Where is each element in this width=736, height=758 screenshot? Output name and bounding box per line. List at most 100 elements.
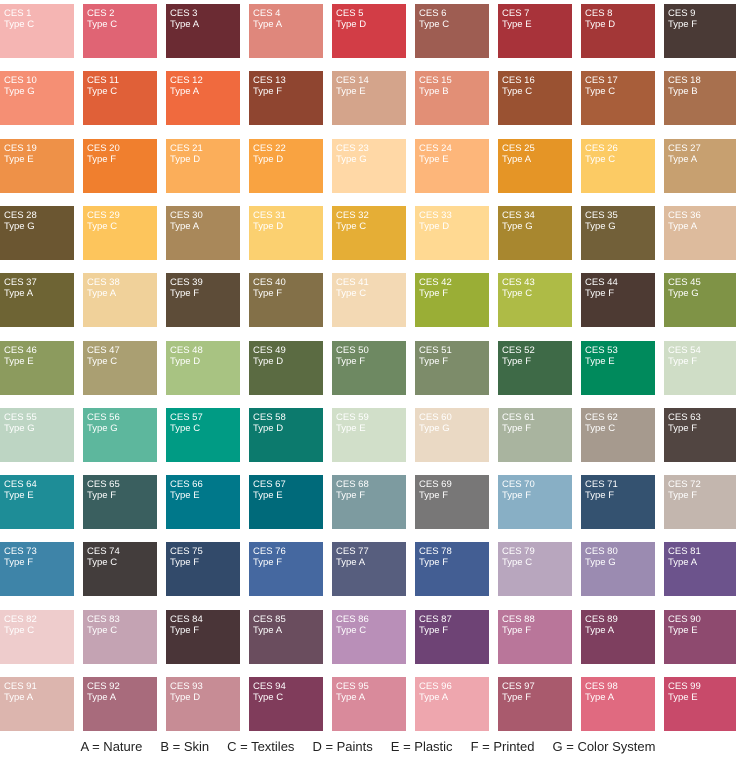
swatch-code: CES 12 [170,75,203,86]
color-swatch: CES 29 Type C [83,206,157,260]
swatch-code: CES 32 [336,210,369,221]
swatch-type: Type F [170,625,200,636]
swatch-type: Type B [668,86,698,97]
swatch-code: CES 71 [585,479,618,490]
color-swatch: CES 22 Type D [249,139,323,193]
swatch-type: Type F [502,356,532,367]
swatch-type: Type D [253,154,284,165]
color-swatch: CES 21 Type D [166,139,240,193]
swatch-type: Type D [336,19,367,30]
color-swatch: CES 2 Type C [83,4,157,58]
swatch-type: Type G [87,423,118,434]
swatch-type: Type C [87,557,118,568]
swatch-code: CES 89 [585,614,618,625]
swatch-type: Type C [502,86,533,97]
swatch-code: CES 61 [502,412,535,423]
color-swatch: CES 19 Type E [0,139,74,193]
swatch-type: Type A [170,86,200,97]
color-swatch: CES 57 Type C [166,408,240,462]
color-swatch: CES 53 Type E [581,341,655,395]
swatch-type: Type F [87,154,117,165]
swatch-code: CES 22 [253,143,286,154]
swatch-type: Type F [419,625,449,636]
color-swatch: CES 34 Type G [498,206,572,260]
color-swatch: CES 36 Type A [664,206,736,260]
swatch-type: Type F [668,356,698,367]
color-swatch: CES 84 Type F [166,610,240,664]
color-swatch: CES 87 Type F [415,610,489,664]
color-swatch: CES 18 Type B [664,71,736,125]
swatch-code: CES 58 [253,412,286,423]
color-swatch: CES 39 Type F [166,273,240,327]
swatch-type: Type C [336,288,367,299]
swatch-type: Type C [502,288,533,299]
color-swatch: CES 51 Type F [415,341,489,395]
swatch-code: CES 52 [502,345,535,356]
color-swatch: CES 99 Type E [664,677,736,731]
swatch-type: Type D [170,692,201,703]
swatch-code: CES 28 [4,210,37,221]
swatch-type: Type G [668,288,699,299]
swatch-code: CES 29 [87,210,120,221]
type-legend: A = Nature B = Skin C = Textiles D = Pai… [0,738,736,756]
color-swatch: CES 64 Type E [0,475,74,529]
color-swatch: CES 8 Type D [581,4,655,58]
color-swatch: CES 13 Type F [249,71,323,125]
swatch-code: CES 10 [4,75,37,86]
swatch-code: CES 44 [585,277,618,288]
color-swatch: CES 15 Type B [415,71,489,125]
swatch-type: Type F [502,625,532,636]
swatch-type: Type C [419,19,450,30]
swatch-type: Type G [4,221,35,232]
color-swatch: CES 41 Type C [332,273,406,327]
color-swatch: CES 88 Type F [498,610,572,664]
swatch-type: Type F [419,288,449,299]
swatch-code: CES 62 [585,412,618,423]
legend-item-nature: A = Nature [80,739,143,754]
color-swatch: CES 7 Type E [498,4,572,58]
color-swatch: CES 75 Type F [166,542,240,596]
color-swatch: CES 1 Type C [0,4,74,58]
swatch-type: Type C [336,221,367,232]
swatch-code: CES 64 [4,479,37,490]
swatch-type: Type D [419,221,450,232]
swatch-code: CES 66 [170,479,203,490]
color-swatch: CES 3 Type A [166,4,240,58]
swatch-type: Type A [253,625,283,636]
swatch-code: CES 16 [502,75,535,86]
color-swatch: CES 20 Type F [83,139,157,193]
swatch-type: Type E [4,154,34,165]
color-swatch: CES 47 Type C [83,341,157,395]
color-swatch: CES 35 Type G [581,206,655,260]
swatch-code: CES 74 [87,546,120,557]
swatch-type: Type C [253,692,284,703]
color-swatch: CES 46 Type E [0,341,74,395]
swatch-type: Type A [336,557,366,568]
swatch-code: CES 47 [87,345,120,356]
swatch-type: Type C [170,423,201,434]
swatch-type: Type G [585,557,616,568]
swatch-type: Type A [419,692,449,703]
color-swatch: CES 72 Type F [664,475,736,529]
swatch-code: CES 38 [87,277,120,288]
swatch-type: Type F [4,557,34,568]
swatch-type: Type F [253,86,283,97]
color-swatch: CES 32 Type C [332,206,406,260]
swatch-type: Type E [668,625,698,636]
swatch-code: CES 92 [87,681,120,692]
color-swatch: CES 6 Type C [415,4,489,58]
color-swatch: CES 89 Type A [581,610,655,664]
color-swatch: CES 44 Type F [581,273,655,327]
swatch-type: Type E [170,490,200,501]
color-swatch: CES 14 Type E [332,71,406,125]
color-swatch: CES 56 Type G [83,408,157,462]
swatch-type: Type D [253,356,284,367]
swatch-code: CES 26 [585,143,618,154]
swatch-code: CES 2 [87,8,115,19]
swatch-code: CES 39 [170,277,203,288]
color-swatch: CES 62 Type C [581,408,655,462]
swatch-code: CES 69 [419,479,452,490]
swatch-code: CES 23 [336,143,369,154]
swatch-code: CES 95 [336,681,369,692]
swatch-type: Type D [585,19,616,30]
